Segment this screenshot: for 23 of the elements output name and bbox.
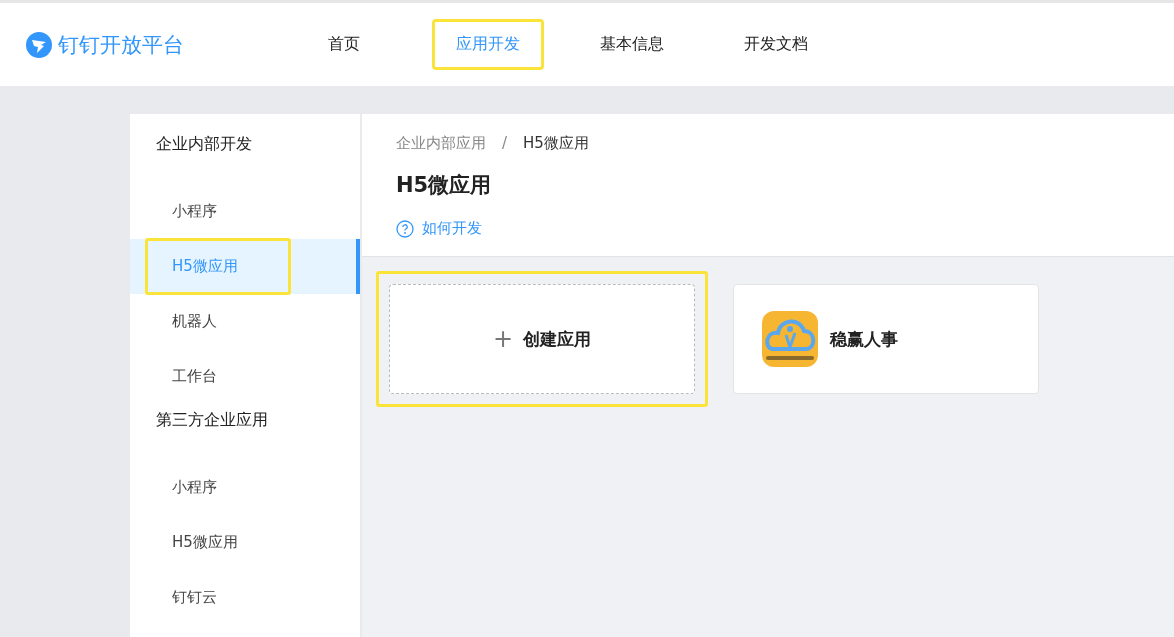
plus-icon: + [492, 325, 514, 353]
sidebar-item[interactable]: H5微应用 [130, 515, 360, 570]
breadcrumb-current[interactable]: H5微应用 [523, 134, 589, 153]
page-title: H5微应用 [396, 172, 493, 199]
app-logo-icon [762, 311, 818, 367]
sidebar-group-title: 第三方企业应用 [155, 409, 269, 431]
sidebar-item[interactable]: 钉钉云 [130, 570, 360, 625]
nav-tab[interactable]: 基本信息 [576, 19, 688, 70]
sidebar-item[interactable]: 工作台 [130, 349, 360, 404]
sidebar-item[interactable]: 机器人 [130, 294, 360, 349]
nav-tab[interactable]: 开发文档 [720, 19, 832, 70]
sidebar-item[interactable]: 小程序 [130, 460, 360, 515]
create-app-label: 创建应用 [523, 327, 592, 351]
help-icon [396, 219, 414, 238]
breadcrumb-separator: / [502, 134, 508, 153]
breadcrumb-link[interactable]: 企业内部应用 [396, 134, 486, 153]
logo-icon [26, 31, 52, 58]
app-card[interactable]: 稳赢人事 [733, 284, 1039, 394]
sidebar-group-title: 企业内部开发 [155, 133, 253, 155]
app-name: 稳赢人事 [830, 327, 898, 351]
sidebar-item[interactable]: 小程序 [130, 184, 360, 239]
create-app-card[interactable]: + 创建应用 [389, 284, 695, 394]
nav-tab[interactable]: 首页 [288, 19, 400, 70]
